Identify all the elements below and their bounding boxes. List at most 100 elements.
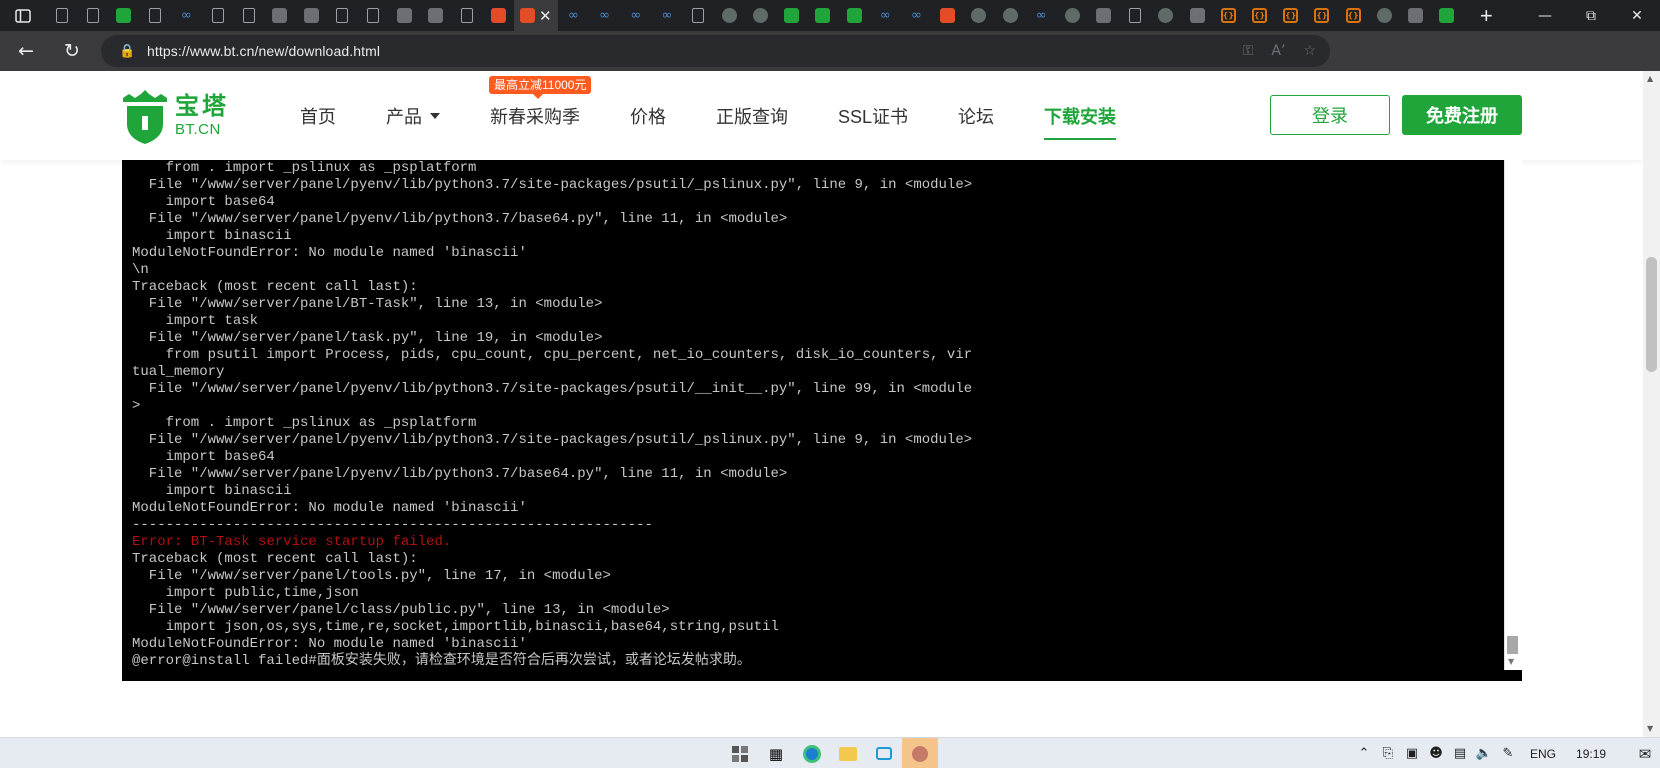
site-logo[interactable]: 宝塔 BT.CN (121, 88, 229, 144)
browser-tab[interactable] (839, 0, 870, 31)
browser-tab[interactable] (202, 0, 233, 31)
browser-tab[interactable]: {} (1338, 0, 1369, 31)
nav-license-query[interactable]: 正版查询 (716, 71, 788, 160)
qq-icon[interactable]: ☻ (1424, 746, 1448, 761)
network-icon[interactable]: ▤ (1448, 746, 1472, 761)
page-scroll-up-icon[interactable]: ▲ (1647, 74, 1653, 83)
edge-browser-icon[interactable] (794, 738, 830, 768)
nav-pricing-label: 价格 (630, 106, 666, 127)
browser-tab[interactable] (1182, 0, 1213, 31)
back-button[interactable]: ← (6, 31, 46, 71)
browser-tab[interactable] (1431, 0, 1462, 31)
favorite-star-icon[interactable]: ☆ (1303, 43, 1316, 59)
browser-tab[interactable] (1119, 0, 1150, 31)
lock-icon[interactable]: 🔒 (119, 44, 135, 59)
url-text[interactable]: https://www.bt.cn/new/download.html (147, 43, 380, 59)
browser-tab[interactable] (451, 0, 482, 31)
browser-tab[interactable]: ∞ (651, 0, 682, 31)
browser-tab[interactable] (1150, 0, 1181, 31)
browser-tab[interactable] (108, 0, 139, 31)
address-bar[interactable]: 🔒 https://www.bt.cn/new/download.html ⚿ … (101, 35, 1330, 67)
bilibili-icon[interactable] (866, 738, 902, 768)
terminal-scrollbar[interactable] (1504, 160, 1522, 670)
browser-tab[interactable] (683, 0, 714, 31)
browser-tab[interactable] (1369, 0, 1400, 31)
browser-tab[interactable] (1088, 0, 1119, 31)
close-window-button[interactable]: ✕ (1614, 0, 1660, 31)
browser-tab[interactable] (233, 0, 264, 31)
browser-tab[interactable] (963, 0, 994, 31)
tab-actions-icon[interactable] (0, 0, 46, 31)
page-scrollbar[interactable] (1643, 71, 1660, 737)
notifications-icon[interactable]: ✉ (1630, 745, 1660, 763)
browser-tab[interactable]: {} (1213, 0, 1244, 31)
tab-favicon-icon (971, 8, 987, 23)
browser-tab[interactable] (745, 0, 776, 31)
browser-tab[interactable] (358, 0, 389, 31)
browser-tab[interactable] (714, 0, 745, 31)
browser-tab[interactable]: {} (1306, 0, 1337, 31)
screen-record-icon[interactable]: ▣ (1400, 746, 1424, 761)
minimize-button[interactable]: — (1522, 0, 1568, 31)
browser-tab[interactable] (1057, 0, 1088, 31)
browser-tab[interactable]: ∞ (171, 0, 202, 31)
nav-download[interactable]: 下载安装 (1044, 71, 1117, 160)
nav-ssl-label: SSL证书 (838, 106, 909, 127)
page-scroll-down-icon[interactable]: ▼ (1647, 724, 1653, 733)
nav-home[interactable]: 首页 (300, 71, 336, 160)
browser-tab[interactable]: {} (1275, 0, 1306, 31)
browser-tab[interactable] (46, 0, 77, 31)
browser-tab[interactable]: ∞ (589, 0, 620, 31)
browser-tab[interactable] (807, 0, 838, 31)
browser-tab-active[interactable]: ✕ (513, 0, 558, 31)
start-icon[interactable] (722, 738, 758, 768)
input-language[interactable]: ENG (1530, 747, 1556, 761)
browser-tab[interactable] (296, 0, 327, 31)
browser-tab[interactable] (389, 0, 420, 31)
key-icon[interactable]: ⚿ (1243, 43, 1254, 59)
refresh-button[interactable]: ↻ (52, 31, 92, 71)
login-button[interactable]: 登录 (1270, 95, 1390, 135)
browser-tab[interactable] (1400, 0, 1431, 31)
nav-pricing[interactable]: 价格 (630, 71, 666, 160)
terminal-line: > (132, 398, 141, 414)
browser-tab[interactable]: ∞ (901, 0, 932, 31)
nav-forum[interactable]: 论坛 (958, 71, 994, 160)
browser-tab[interactable] (932, 0, 963, 31)
browser-tab[interactable]: {} (1244, 0, 1275, 31)
install-log-terminal[interactable]: from . import _pslinux as _psplatform Fi… (122, 160, 1522, 681)
read-aloud-icon[interactable]: A’ (1271, 43, 1285, 59)
terminal-scroll-down-icon[interactable]: ▼ (1508, 657, 1514, 666)
file-explorer-icon[interactable] (830, 738, 866, 768)
new-tab-button[interactable]: + (1468, 3, 1504, 29)
terminal-output: from . import _pslinux as _psplatform Fi… (132, 160, 1502, 670)
browser-tab[interactable]: ∞ (558, 0, 589, 31)
browser-tab[interactable] (264, 0, 295, 31)
terminal-scrollbar-thumb[interactable] (1507, 636, 1518, 654)
anime-app-icon[interactable] (902, 738, 938, 768)
browser-tab[interactable] (327, 0, 358, 31)
page-scrollbar-thumb[interactable] (1646, 257, 1657, 372)
browser-tab[interactable] (483, 0, 514, 31)
browser-tab[interactable]: ∞ (620, 0, 651, 31)
usb-icon[interactable]: ⎘ (1376, 746, 1400, 761)
browser-tab[interactable] (77, 0, 108, 31)
browser-tab[interactable] (994, 0, 1025, 31)
volume-icon[interactable]: 🔈 (1472, 746, 1496, 761)
clock[interactable]: 19:19 (1576, 747, 1606, 761)
terminal-line: from psutil import Process, pids, cpu_co… (132, 347, 973, 363)
register-button[interactable]: 免费注册 (1402, 95, 1522, 135)
browser-tab[interactable] (776, 0, 807, 31)
task-view-icon[interactable]: ▦ (758, 738, 794, 768)
tray-overflow-icon[interactable]: ⌃ (1352, 746, 1376, 761)
browser-tab[interactable]: ∞ (870, 0, 901, 31)
browser-tab[interactable] (140, 0, 171, 31)
tab-favicon-icon: ∞ (180, 8, 192, 23)
browser-tab[interactable] (420, 0, 451, 31)
nav-ssl[interactable]: SSL证书 (838, 71, 908, 160)
restore-button[interactable]: ⧉ (1568, 0, 1614, 31)
tab-close-icon[interactable]: ✕ (539, 7, 552, 25)
pen-icon[interactable]: ✎ (1496, 746, 1520, 761)
browser-tab[interactable]: ∞ (1026, 0, 1057, 31)
nav-products[interactable]: 产品 (386, 71, 440, 160)
